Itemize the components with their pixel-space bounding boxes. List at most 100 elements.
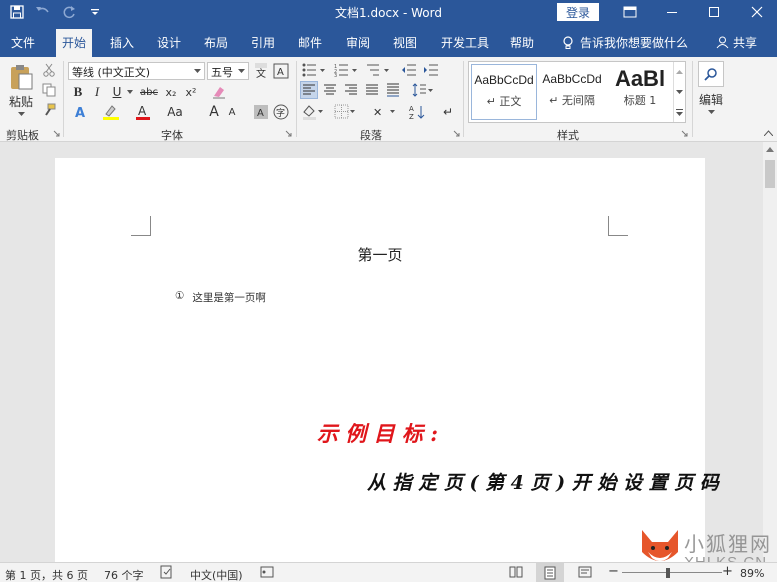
decrease-indent-icon[interactable]: [400, 61, 418, 79]
highlight-color-icon[interactable]: [100, 103, 122, 121]
justify-icon[interactable]: [363, 81, 381, 99]
tab-file[interactable]: 文件: [5, 29, 41, 57]
vertical-scrollbar[interactable]: [763, 142, 777, 562]
minimize-icon[interactable]: [652, 0, 692, 24]
bullets-icon[interactable]: [300, 61, 328, 79]
styles-launcher-icon[interactable]: [680, 129, 688, 137]
multilevel-list-icon[interactable]: [364, 61, 392, 79]
underline-dropdown-icon[interactable]: [125, 83, 135, 101]
clear-formatting-icon[interactable]: [210, 83, 228, 101]
ribbon-home: 粘贴 剪贴板 等线 (中文正文) 五号 文 A B I U abc x₂ x² …: [0, 57, 777, 142]
login-button[interactable]: 登录: [557, 3, 599, 21]
sort-icon[interactable]: AZ: [408, 103, 426, 121]
macro-recording-icon[interactable]: [260, 565, 274, 582]
styles-more-icon[interactable]: [673, 102, 685, 122]
italic-icon[interactable]: I: [89, 83, 105, 101]
print-layout-icon[interactable]: [536, 563, 564, 582]
proofing-icon[interactable]: [160, 565, 174, 582]
redo-icon[interactable]: [58, 2, 80, 22]
enclose-characters-icon[interactable]: 字: [272, 103, 290, 121]
tell-me-box[interactable]: 告诉我你想要做什么: [562, 34, 688, 51]
line-spacing-icon[interactable]: [410, 81, 436, 99]
tab-home[interactable]: 开始: [56, 29, 93, 57]
numbering-icon[interactable]: 123: [332, 61, 360, 79]
style-no-spacing[interactable]: AaBbCcDd ↵ 无间隔: [539, 64, 605, 120]
zoom-slider-thumb[interactable]: [666, 568, 670, 578]
zoom-level[interactable]: 89%: [740, 567, 764, 580]
paste-dropdown-icon[interactable]: [15, 109, 27, 119]
list-item-text: 这里是第一页啊: [192, 292, 266, 304]
distributed-icon[interactable]: [384, 81, 402, 99]
tab-insert[interactable]: 插入: [104, 29, 140, 57]
character-shading-icon[interactable]: A: [252, 103, 270, 121]
shading-icon[interactable]: [300, 103, 326, 121]
tab-view[interactable]: 视图: [387, 29, 423, 57]
undo-icon[interactable]: [32, 2, 54, 22]
format-painter-icon[interactable]: [40, 101, 58, 119]
collapse-ribbon-icon[interactable]: [762, 127, 774, 139]
shrink-font-icon[interactable]: A: [224, 103, 240, 121]
search-icon[interactable]: [698, 61, 724, 87]
phonetic-guide-icon[interactable]: 文: [252, 61, 270, 81]
save-icon[interactable]: [6, 2, 28, 22]
tab-layout[interactable]: 布局: [198, 29, 234, 57]
font-name-combo[interactable]: 等线 (中文正文): [68, 62, 205, 80]
change-case-button[interactable]: Aa: [162, 103, 188, 121]
font-color-icon[interactable]: A: [132, 103, 154, 121]
read-mode-icon[interactable]: [509, 565, 523, 582]
show-paragraph-marks-icon[interactable]: ↵: [440, 103, 456, 121]
page-count[interactable]: 第 1 页，共 6 页: [5, 567, 88, 582]
font-size-combo[interactable]: 五号: [207, 62, 249, 80]
character-border-icon[interactable]: A: [272, 61, 290, 81]
bold-icon[interactable]: B: [70, 83, 86, 101]
chinese-layout-icon[interactable]: ✕: [370, 103, 398, 121]
share-button[interactable]: 共享: [716, 34, 757, 51]
document-page[interactable]: 第一页 ① 这里是第一页啊 示 例 目 标 : 从 指 定 页 ( 第 4 页 …: [55, 158, 719, 562]
tab-developer[interactable]: 开发工具: [435, 29, 495, 57]
scroll-up-icon[interactable]: [766, 147, 774, 152]
tab-review[interactable]: 审阅: [340, 29, 376, 57]
tab-help[interactable]: 帮助: [504, 29, 540, 57]
clipboard-launcher-icon[interactable]: [52, 129, 60, 137]
text-effects-icon[interactable]: A: [70, 103, 92, 121]
borders-icon[interactable]: [332, 103, 358, 121]
subscript-icon[interactable]: x₂: [162, 83, 180, 101]
grow-font-icon[interactable]: A: [206, 103, 222, 121]
web-layout-icon[interactable]: [578, 565, 592, 582]
list-number: ①: [175, 290, 185, 302]
word-count[interactable]: 76 个字: [104, 567, 144, 582]
strikethrough-icon[interactable]: abc: [138, 83, 160, 101]
ribbon-display-options-icon[interactable]: [610, 0, 650, 24]
scrollbar-thumb[interactable]: [765, 160, 775, 188]
cut-icon[interactable]: [40, 61, 58, 79]
maximize-icon[interactable]: [694, 0, 734, 24]
zoom-out-icon[interactable]: −: [608, 564, 619, 579]
zoom-slider[interactable]: [622, 572, 722, 573]
increase-indent-icon[interactable]: [422, 61, 440, 79]
align-center-icon[interactable]: [321, 81, 339, 99]
styles-scroll-up-icon[interactable]: [673, 62, 685, 82]
close-icon[interactable]: [737, 0, 777, 24]
zoom-in-icon[interactable]: +: [722, 564, 733, 579]
tab-references[interactable]: 引用: [245, 29, 281, 57]
list-item[interactable]: ① 这里是第一页啊: [175, 290, 266, 305]
paste-button-label[interactable]: 粘贴: [5, 93, 37, 109]
paste-icon[interactable]: [6, 61, 36, 93]
styles-scroll-down-icon[interactable]: [673, 82, 685, 102]
copy-icon[interactable]: [40, 81, 58, 99]
style-normal[interactable]: AaBbCcDd ↵ 正文: [471, 64, 537, 120]
paragraph-launcher-icon[interactable]: [452, 129, 460, 137]
customize-qat-icon[interactable]: [84, 2, 106, 22]
style-heading-1[interactable]: AaBl 标题 1: [607, 64, 673, 120]
superscript-icon[interactable]: x²: [182, 83, 200, 101]
font-launcher-icon[interactable]: [284, 129, 292, 137]
align-left-icon[interactable]: [300, 81, 318, 99]
editing-button[interactable]: 编辑: [695, 91, 727, 107]
tab-design[interactable]: 设计: [151, 29, 187, 57]
language-indicator[interactable]: 中文(中国): [190, 567, 243, 582]
editing-dropdown-icon[interactable]: [706, 107, 716, 117]
underline-icon[interactable]: U: [108, 83, 126, 101]
align-right-icon[interactable]: [342, 81, 360, 99]
page-heading[interactable]: 第一页: [55, 244, 705, 265]
tab-mailings[interactable]: 邮件: [292, 29, 328, 57]
